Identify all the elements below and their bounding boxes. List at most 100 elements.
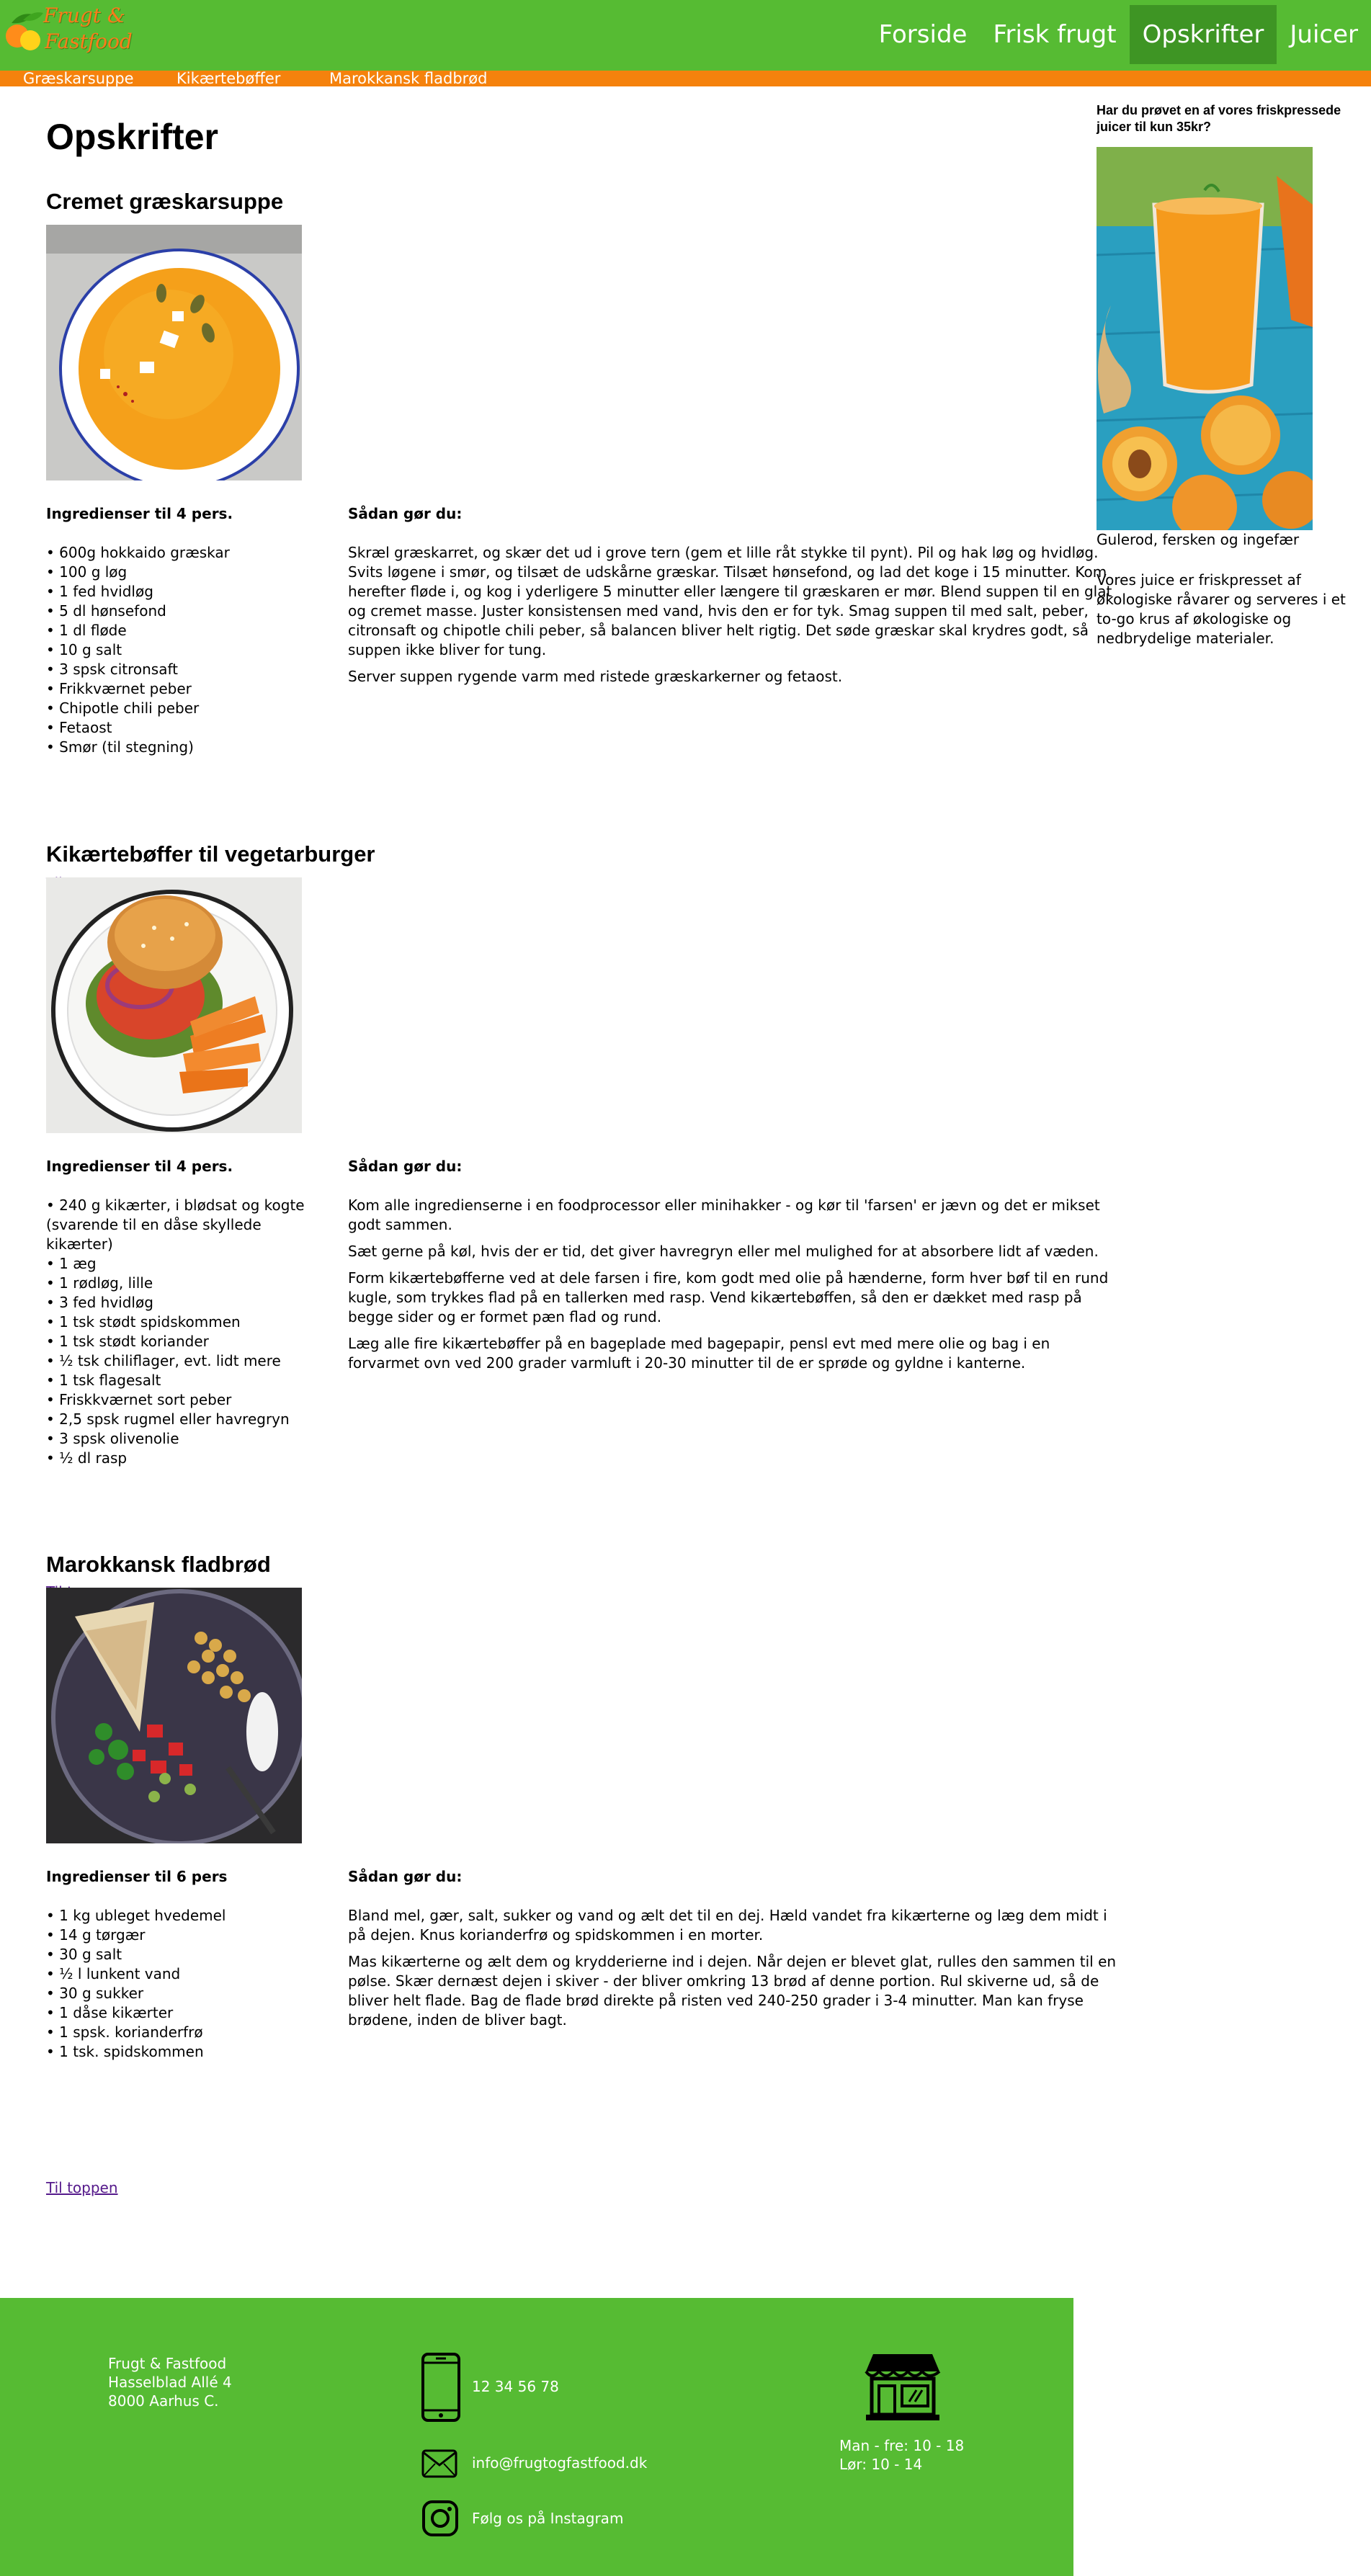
email-row[interactable]: info@frugtogfastfood.dk <box>421 2449 710 2478</box>
method-paragraph: Læg alle fire kikærtebøffer på en bagepl… <box>348 1335 1050 1372</box>
list-item: 1 tsk stødt spidskommen <box>46 1312 320 1332</box>
recipe-marokkansk-fladbroed: Marokkansk fladbrød Ingredienser til 6 p… <box>46 1550 1116 2271</box>
email-address: info@frugtogfastfood.dk <box>472 2454 648 2472</box>
list-item: 1 æg <box>46 1254 320 1274</box>
address-line: Hasselblad Allé 4 <box>108 2374 232 2391</box>
nav-juicer[interactable]: Juicer <box>1277 5 1371 64</box>
method-paragraph: Skræl græskarret, og skær det ud i grove… <box>348 544 1112 658</box>
opening-hours-weekday: Man - fre: 10 - 18 <box>839 2437 965 2454</box>
method-block: Sådan gør du: Kom alle ingredienserne i … <box>348 1157 1120 1380</box>
soup-image <box>46 225 302 480</box>
list-item: Fetaost <box>46 718 320 738</box>
list-item: 3 fed hvidløg <box>46 1293 320 1312</box>
address-line: 8000 Aarhus C. <box>108 2392 219 2410</box>
flatbread-image <box>46 1588 302 1843</box>
juice-caption: Gulerod, fersken og ingefær <box>1097 531 1300 548</box>
recipe-kikaertebøffer: Kikærtebøffer til vegetarburger Ingredie… <box>46 840 1108 1601</box>
method-paragraph: Server suppen rygende varm med ristede g… <box>348 668 843 685</box>
top-header: Frugt & Fastfood Forside Frisk frugt Ops… <box>0 0 1371 71</box>
list-item: 1 dåse kikærter <box>46 2003 320 2023</box>
method-paragraph: Sæt gerne på køl, hvis der er tid, det g… <box>348 1243 1099 1260</box>
list-item: Smør (til stegning) <box>46 738 320 757</box>
page-title: Opskrifter <box>46 117 218 157</box>
logo-line-1: Frugt & <box>43 4 125 27</box>
ingredients-list: 240 g kikærter, i blødsat og kogte (svar… <box>46 1196 320 1468</box>
list-item: ½ tsk chiliflager, evt. lidt mere <box>46 1351 320 1371</box>
recipe-title: Kikærtebøffer til vegetarburger <box>46 841 375 867</box>
list-item: 1 spsk. korianderfrø <box>46 2023 320 2042</box>
method-block: Sådan gør du: Skræl græskarret, og skær … <box>348 504 1120 694</box>
list-item: 1 tsk flagesalt <box>46 1371 320 1390</box>
nav-opskrifter[interactable]: Opskrifter <box>1129 5 1277 64</box>
juice-image <box>1097 147 1313 530</box>
phone-number: 12 34 56 78 <box>472 2378 559 2395</box>
method-paragraph: Mas kikærterne og ælt dem og krydderiern… <box>348 1953 1117 2029</box>
method-paragraph: Kom alle ingredienserne i en foodprocess… <box>348 1197 1100 1233</box>
juice-description: Vores juice er friskpresset af økologisk… <box>1097 571 1346 647</box>
phone-icon <box>421 2353 460 2422</box>
list-item: 1 kg ubleget hvedemel <box>46 1906 320 1926</box>
ingredients-list: 1 kg ubleget hvedemel 14 g tørgær 30 g s… <box>46 1906 320 2062</box>
email-icon <box>421 2449 457 2478</box>
subnav-graeskarsuppe[interactable]: Græskarsuppe <box>23 71 134 86</box>
footer: Frugt & Fastfood Hasselblad Allé 4 8000 … <box>0 2298 1073 2576</box>
list-item: ½ dl rasp <box>46 1449 320 1468</box>
instagram-row[interactable]: Følg os på Instagram <box>421 2500 710 2539</box>
list-item: 1 rødløg, lille <box>46 1274 320 1293</box>
instagram-icon <box>422 2500 458 2536</box>
list-item: 600g hokkaido græskar <box>46 543 320 563</box>
list-item: 1 dl fløde <box>46 621 320 640</box>
list-item: Frikkværnet peber <box>46 679 320 699</box>
to-top-link[interactable]: Til toppen <box>46 2178 118 2198</box>
logo-text: Frugt & Fastfood <box>43 3 133 55</box>
ingredients-list: 600g hokkaido græskar 100 g løg 1 fed hv… <box>46 543 320 757</box>
nav-frisk-frugt[interactable]: Frisk frugt <box>980 5 1129 64</box>
list-item: 240 g kikærter, i blødsat og kogte (svar… <box>46 1196 320 1254</box>
list-item: 3 spsk citronsaft <box>46 660 320 679</box>
list-item: 100 g løg <box>46 563 320 582</box>
ingredients-heading: Ingredienser til 6 pers <box>46 1868 228 1885</box>
phone-row[interactable]: 12 34 56 78 <box>421 2353 638 2422</box>
method-block: Sådan gør du: Bland mel, gær, salt, sukk… <box>348 1867 1120 2037</box>
list-item: 1 tsk. spidskommen <box>46 2042 320 2062</box>
ingredients-block: Ingredienser til 4 pers. 600g hokkaido g… <box>46 504 320 757</box>
list-item: 2,5 spsk rugmel eller havregryn <box>46 1410 320 1429</box>
method-heading: Sådan gør du: <box>348 505 463 522</box>
list-item: 5 dl hønsefond <box>46 601 320 621</box>
opening-hours-saturday: Lør: 10 - 14 <box>839 2456 923 2473</box>
method-paragraph: Form kikærtebøfferne ved at dele farsen … <box>348 1269 1109 1325</box>
method-heading: Sådan gør du: <box>348 1158 463 1175</box>
ingredients-block: Ingredienser til 6 pers 1 kg ubleget hve… <box>46 1867 320 2062</box>
ingredients-heading: Ingredienser til 4 pers. <box>46 1158 233 1175</box>
list-item: 30 g sukker <box>46 1984 320 2003</box>
footer-address: Frugt & Fastfood Hasselblad Allé 4 8000 … <box>108 2354 232 2410</box>
method-paragraph: Bland mel, gær, salt, sukker og vand og … <box>348 1907 1107 1944</box>
logo-line-2: Fastfood <box>45 30 133 53</box>
instagram-link: Følg os på Instagram <box>472 2510 624 2527</box>
list-item: 30 g salt <box>46 1945 320 1964</box>
logo[interactable]: Frugt & Fastfood <box>0 0 144 65</box>
list-item: 1 fed hvidløg <box>46 582 320 601</box>
recipe-title: Cremet græskarsuppe <box>46 189 284 214</box>
recipe-subnav: Græskarsuppe Kikærtebøffer Marokkansk fl… <box>0 71 1371 86</box>
list-item: 14 g tørgær <box>46 1926 320 1945</box>
ingredients-block: Ingredienser til 4 pers. 240 g kikærter,… <box>46 1157 320 1468</box>
list-item: 3 spsk olivenolie <box>46 1429 320 1449</box>
juice-sidebar: Har du prøvet en af vores friskpressede … <box>1097 102 1356 647</box>
method-heading: Sådan gør du: <box>348 1868 463 1885</box>
main-nav: Forside Frisk frugt Opskrifter Juicer <box>866 5 1371 64</box>
list-item: 1 tsk stødt koriander <box>46 1332 320 1351</box>
burger-image <box>46 877 302 1133</box>
list-item: 10 g salt <box>46 640 320 660</box>
sidebar-heading: Har du prøvet en af vores friskpressede … <box>1097 103 1341 134</box>
list-item: Chipotle chili peber <box>46 699 320 718</box>
address-line: Frugt & Fastfood <box>108 2355 227 2372</box>
list-item: Friskkværnet sort peber <box>46 1390 320 1410</box>
nav-forside[interactable]: Forside <box>866 5 981 64</box>
recipe-graeskarsuppe: Cremet græskarsuppe Ingredienser til 4 p… <box>46 187 1112 908</box>
list-item: ½ l lunkent vand <box>46 1964 320 1984</box>
subnav-kikaertebøffer[interactable]: Kikærtebøffer <box>177 71 280 86</box>
subnav-marokkansk-fladbroed[interactable]: Marokkansk fladbrød <box>329 71 488 86</box>
ingredients-heading: Ingredienser til 4 pers. <box>46 505 233 522</box>
store-icon <box>865 2354 941 2420</box>
